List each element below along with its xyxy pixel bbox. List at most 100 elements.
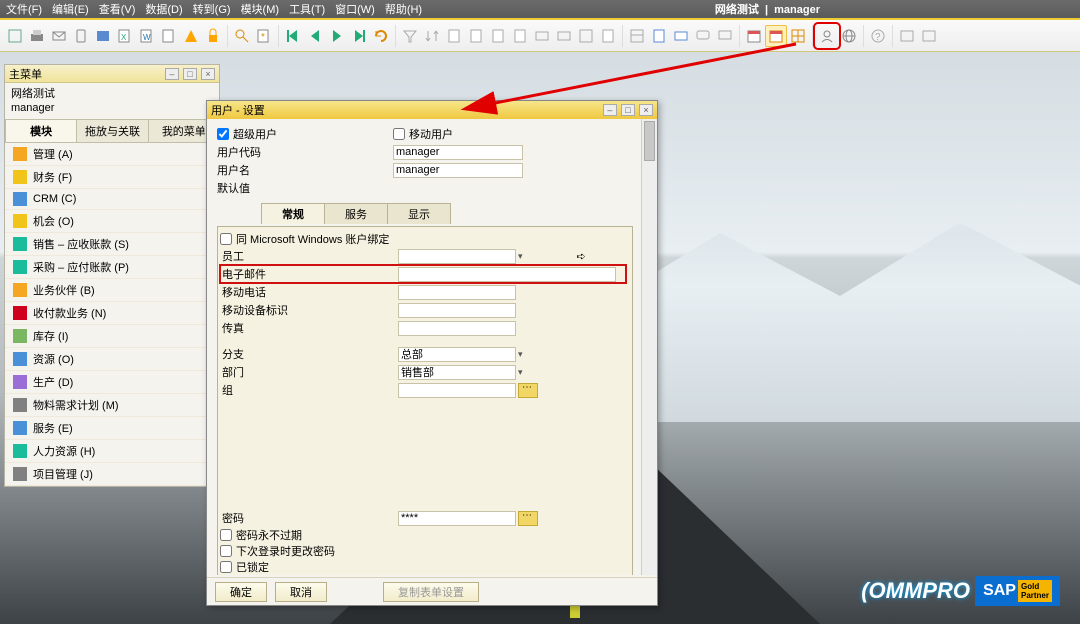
sidebar-item-11[interactable]: 物料需求计划 (M): [5, 394, 219, 417]
tb-export-excel-icon[interactable]: X: [114, 25, 136, 47]
tb-fax-icon[interactable]: [92, 25, 114, 47]
tb-trans-journal-icon[interactable]: [597, 25, 619, 47]
tb-export-pdf-icon[interactable]: [158, 25, 180, 47]
mphone-field[interactable]: [398, 285, 516, 300]
tb-filter-icon[interactable]: [399, 25, 421, 47]
tb-base-doc-icon[interactable]: [487, 25, 509, 47]
pwd-noexpire-checkbox[interactable]: [220, 529, 232, 541]
pwd-picker-icon[interactable]: [518, 511, 538, 526]
scrollbar-thumb[interactable]: [644, 121, 655, 161]
cancel-button[interactable]: 取消: [275, 582, 327, 602]
pwd-nextchange-checkbox[interactable]: [220, 545, 232, 557]
sidebar-item-10[interactable]: 生产 (D): [5, 371, 219, 394]
tb-globe-icon[interactable]: [838, 25, 860, 47]
tb-cockpit1-icon[interactable]: [896, 25, 918, 47]
main-menu-titlebar[interactable]: 主菜单 – □ ×: [5, 65, 219, 83]
tb-calendar2-icon[interactable]: [765, 25, 787, 47]
sidebar-item-2[interactable]: CRM (C): [5, 189, 219, 210]
maximize-icon[interactable]: □: [621, 104, 635, 116]
minimize-icon[interactable]: –: [603, 104, 617, 116]
tb-print-icon[interactable]: [26, 25, 48, 47]
menu-window[interactable]: 窗口(W): [335, 1, 375, 17]
close-icon[interactable]: ×: [639, 104, 653, 116]
mdev-field[interactable]: [398, 303, 516, 318]
tb-next-icon[interactable]: [326, 25, 348, 47]
fax-field[interactable]: [398, 321, 516, 336]
menu-file[interactable]: 文件(F): [6, 1, 42, 17]
tb-help-icon[interactable]: ?: [867, 25, 889, 47]
close-icon[interactable]: ×: [201, 68, 215, 80]
tab-drag-link[interactable]: 拖放与关联: [76, 119, 148, 142]
tb-payment-icon[interactable]: [531, 25, 553, 47]
tb-last-icon[interactable]: [348, 25, 370, 47]
tb-alert-icon[interactable]: [714, 25, 736, 47]
tb-launch-icon[interactable]: [180, 25, 202, 47]
tb-cockpit2-icon[interactable]: [918, 25, 940, 47]
tb-layout-icon[interactable]: [626, 25, 648, 47]
minimize-icon[interactable]: –: [165, 68, 179, 80]
group-picker-icon[interactable]: [518, 383, 538, 398]
tb-prev-icon[interactable]: [304, 25, 326, 47]
tb-my-settings-icon[interactable]: [816, 25, 838, 47]
sidebar-item-14[interactable]: 项目管理 (J): [5, 463, 219, 486]
superuser-checkbox[interactable]: 超级用户: [217, 126, 393, 142]
maximize-icon[interactable]: □: [183, 68, 197, 80]
tab-service[interactable]: 服务: [324, 203, 388, 224]
usercode-field[interactable]: [393, 145, 523, 160]
tb-refresh-icon[interactable]: [370, 25, 392, 47]
tb-first-icon[interactable]: [282, 25, 304, 47]
branch-select[interactable]: [398, 347, 516, 362]
mobileuser-checkbox[interactable]: 移动用户: [393, 126, 453, 142]
branch-dropdown-icon[interactable]: [516, 348, 523, 360]
locked-checkbox[interactable]: [220, 561, 232, 573]
menu-view[interactable]: 查看(V): [99, 1, 136, 17]
menu-goto[interactable]: 转到(G): [193, 1, 231, 17]
tb-preview-icon[interactable]: [4, 25, 26, 47]
email-field[interactable]: [398, 267, 616, 282]
menu-module[interactable]: 模块(M): [241, 1, 280, 17]
tb-find-icon[interactable]: [231, 25, 253, 47]
tb-translated-values-icon[interactable]: [670, 25, 692, 47]
tb-chat-icon[interactable]: [692, 25, 714, 47]
ok-button[interactable]: 确定: [215, 582, 267, 602]
menu-help[interactable]: 帮助(H): [385, 1, 422, 17]
tab-display[interactable]: 显示: [387, 203, 451, 224]
sidebar-item-6[interactable]: 业务伙伴 (B): [5, 279, 219, 302]
dept-dropdown-icon[interactable]: [516, 366, 523, 378]
tb-lock-icon[interactable]: [202, 25, 224, 47]
tb-volume-icon[interactable]: [575, 25, 597, 47]
tb-sort-icon[interactable]: [421, 25, 443, 47]
sidebar-item-7[interactable]: 收付款业务 (N): [5, 302, 219, 325]
menu-edit[interactable]: 编辑(E): [52, 1, 89, 17]
dialog-titlebar[interactable]: 用户 - 设置 – □ ×: [207, 101, 657, 119]
msbind-checkbox[interactable]: [220, 233, 232, 245]
sidebar-item-4[interactable]: 销售 – 应收账款 (S): [5, 233, 219, 256]
link-arrow-icon[interactable]: ➪: [577, 250, 586, 263]
sidebar-item-5[interactable]: 采购 – 应付账款 (P): [5, 256, 219, 279]
menu-tool[interactable]: 工具(T): [289, 1, 325, 17]
group-field[interactable]: [398, 383, 516, 398]
emp-field[interactable]: [398, 249, 516, 264]
sidebar-item-0[interactable]: 管理 (A): [5, 143, 219, 166]
tb-calendar1-icon[interactable]: [743, 25, 765, 47]
tb-doc2-icon[interactable]: [465, 25, 487, 47]
tb-doc1-icon[interactable]: [443, 25, 465, 47]
sidebar-item-9[interactable]: 资源 (O): [5, 348, 219, 371]
tb-grid-icon[interactable]: [787, 25, 809, 47]
tb-export-word-icon[interactable]: W: [136, 25, 158, 47]
tb-gross-profit-icon[interactable]: [553, 25, 575, 47]
dialog-scrollbar[interactable]: [641, 119, 657, 575]
emp-dropdown-icon[interactable]: [516, 250, 523, 262]
sidebar-item-3[interactable]: 机会 (O): [5, 210, 219, 233]
sidebar-item-13[interactable]: 人力资源 (H): [5, 440, 219, 463]
menu-data[interactable]: 数据(D): [145, 1, 182, 17]
dept-select[interactable]: [398, 365, 516, 380]
tb-sms-icon[interactable]: [70, 25, 92, 47]
tb-form-settings-icon[interactable]: [648, 25, 670, 47]
tb-add-icon[interactable]: *: [253, 25, 275, 47]
pwd-field[interactable]: [398, 511, 516, 526]
sidebar-item-12[interactable]: 服务 (E): [5, 417, 219, 440]
username-field[interactable]: [393, 163, 523, 178]
sidebar-item-1[interactable]: 财务 (F): [5, 166, 219, 189]
tab-modules[interactable]: 模块: [5, 119, 77, 142]
